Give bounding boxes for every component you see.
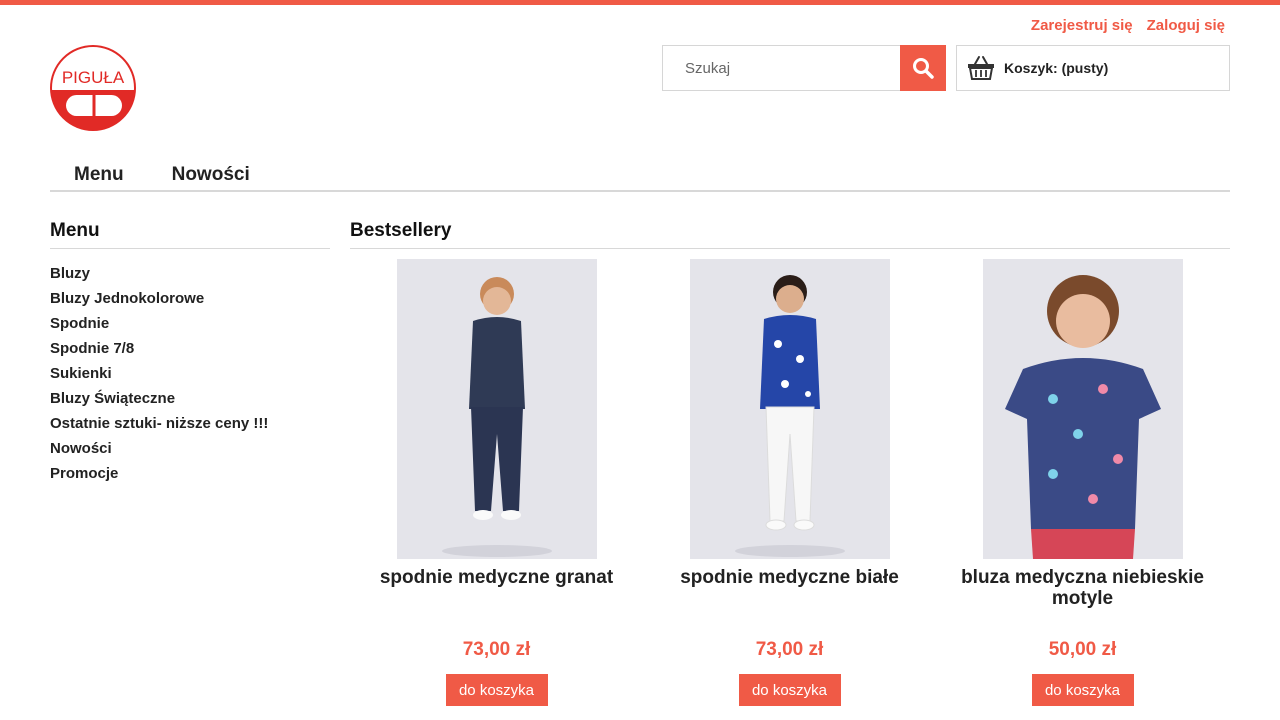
bestsellers-section: Bestsellery [350, 220, 1230, 249]
add-to-cart-button[interactable]: do koszyka [445, 674, 548, 706]
shop-logo[interactable]: PIGUŁA [50, 45, 136, 131]
section-title: Bestsellery [350, 220, 1230, 249]
add-to-cart-button[interactable]: do koszyka [738, 674, 841, 706]
category-item[interactable]: Spodnie 7/8 [50, 336, 330, 361]
register-link[interactable]: Zarejestruj się [1031, 17, 1133, 34]
logo-text: PIGUŁA [62, 68, 125, 87]
category-item[interactable]: Promocje [50, 461, 330, 486]
product-price: 50,00 zł [1048, 639, 1117, 660]
search-input[interactable] [662, 45, 900, 91]
product-name[interactable]: spodnie medyczne białe [643, 567, 936, 617]
product-price: 73,00 zł [755, 639, 824, 660]
product-image[interactable] [396, 259, 597, 559]
category-item[interactable]: Bluzy [50, 261, 330, 286]
sidebar-title: Menu [50, 220, 330, 249]
category-list: Bluzy Bluzy Jednokolorowe Spodnie Spodni… [50, 261, 330, 486]
top-accent-bar [0, 0, 1280, 5]
category-item[interactable]: Ostatnie sztuki- niższe ceny !!! [50, 411, 330, 436]
nav-item-nowosci[interactable]: Nowości [148, 158, 274, 190]
search-icon [913, 58, 934, 79]
category-item[interactable]: Nowości [50, 436, 330, 461]
category-item[interactable]: Sukienki [50, 361, 330, 386]
product-card: spodnie medyczne granat 73,00 zł do kosz… [350, 259, 643, 706]
search-button[interactable] [900, 45, 946, 91]
product-name[interactable]: spodnie medyczne granat [350, 567, 643, 617]
cart-label: Koszyk: (pusty) [1004, 60, 1109, 76]
category-item[interactable]: Bluzy Świąteczne [50, 386, 330, 411]
login-link[interactable]: Zaloguj się [1147, 17, 1225, 34]
product-image[interactable] [982, 259, 1183, 559]
product-image[interactable] [689, 259, 890, 559]
product-card: bluza medyczna niebieskie motyle 50,00 z… [936, 259, 1229, 706]
product-name[interactable]: bluza medyczna niebieskie motyle [936, 567, 1229, 617]
account-links: Zarejestruj się Zaloguj się [1031, 17, 1225, 34]
cart-summary[interactable]: Koszyk: (pusty) [956, 45, 1230, 91]
main-nav: Menu Nowości [50, 158, 1230, 192]
nav-item-menu[interactable]: Menu [50, 158, 148, 190]
product-price: 73,00 zł [462, 639, 531, 660]
add-to-cart-button[interactable]: do koszyka [1031, 674, 1134, 706]
category-item[interactable]: Bluzy Jednokolorowe [50, 286, 330, 311]
product-grid: spodnie medyczne granat 73,00 zł do kosz… [350, 259, 1230, 720]
basket-icon [968, 56, 994, 80]
category-item[interactable]: Spodnie [50, 311, 330, 336]
product-card: spodnie medyczne białe 73,00 zł do koszy… [643, 259, 936, 706]
search-bar [662, 45, 946, 91]
sidebar: Menu Bluzy Bluzy Jednokolorowe Spodnie S… [50, 220, 330, 486]
